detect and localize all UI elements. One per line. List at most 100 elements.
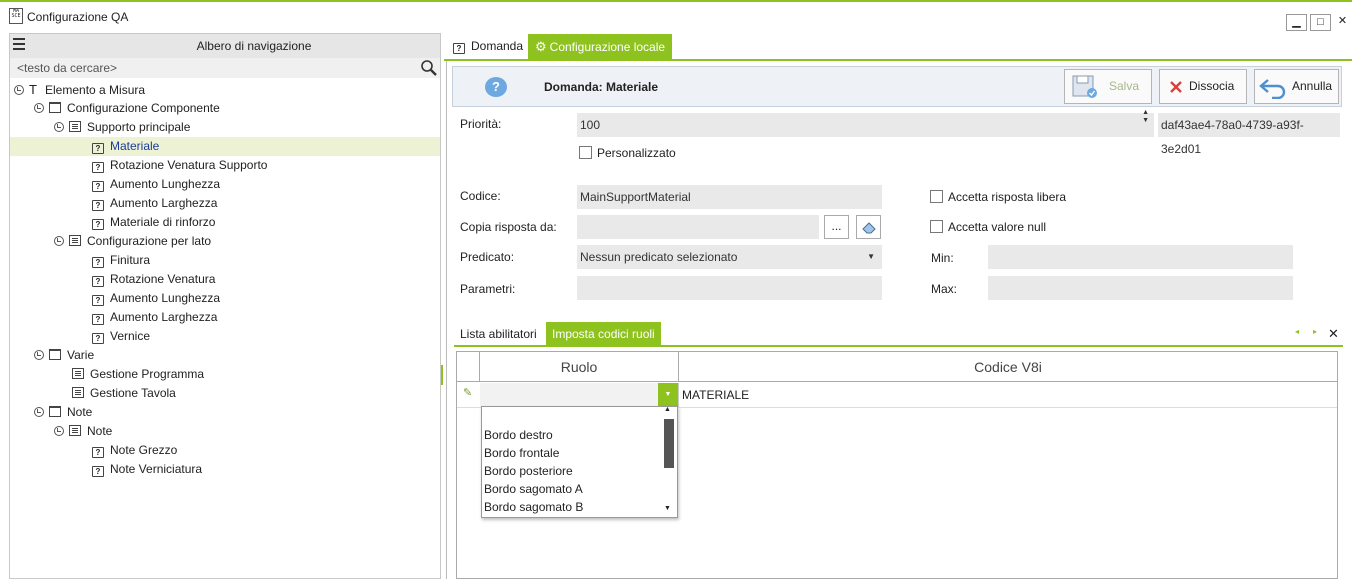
accetta-null-checkbox[interactable] — [930, 220, 943, 233]
tree-item-label: Vernice — [110, 329, 151, 343]
clear-button[interactable] — [856, 215, 881, 239]
tree-item[interactable]: Supporto principale — [10, 118, 440, 137]
tree-item[interactable]: Configurazione per lato — [10, 232, 440, 251]
tree-item-label: Varie — [67, 348, 95, 362]
codice-field[interactable]: MainSupportMaterial — [577, 185, 882, 209]
dropdown-option[interactable]: Bordo destro — [484, 427, 553, 443]
dropdown-toggle-button[interactable]: ▼ — [658, 383, 678, 407]
predicato-select[interactable]: Nessun predicato selezionato ▼ — [577, 245, 882, 269]
tab-imposta-codici-ruoli[interactable]: Imposta codici ruoli — [546, 322, 661, 346]
close-button[interactable]: ✕ — [1333, 14, 1352, 31]
predicato-label: Predicato: — [460, 250, 515, 264]
predicato-value: Nessun predicato selezionato — [580, 250, 738, 264]
collapse-toggle-icon[interactable] — [54, 236, 64, 246]
annulla-button[interactable]: Annulla — [1254, 69, 1339, 104]
list-icon — [69, 121, 81, 132]
collapse-toggle-icon[interactable] — [54, 122, 64, 132]
tab-scroll-left-icon[interactable]: ◂ — [1295, 327, 1299, 336]
tree-item[interactable]: T Elemento a Misura — [10, 80, 440, 99]
undo-arrow-icon — [1259, 79, 1286, 99]
tab-close-icon[interactable]: ✕ — [1328, 326, 1339, 342]
list-icon — [69, 425, 81, 436]
maximize-button[interactable]: □ — [1310, 14, 1331, 31]
tab-scroll-right-icon[interactable]: ▸ — [1313, 327, 1317, 336]
max-field[interactable] — [988, 276, 1293, 300]
tab-config-label: Configurazione locale — [549, 40, 666, 54]
tree-item[interactable]: ? Finitura — [10, 251, 440, 270]
parametri-field[interactable] — [577, 276, 882, 300]
tree-item[interactable]: Configurazione Componente — [10, 99, 440, 118]
tree-item-label: Materiale — [110, 139, 160, 153]
tree-item[interactable]: Gestione Tavola — [10, 384, 440, 403]
tree-item-label: Note — [67, 405, 93, 419]
tree-item-label: Note — [87, 424, 113, 438]
codice-cell[interactable]: MATERIALE — [682, 388, 749, 402]
tree-item[interactable]: ? Vernice — [10, 327, 440, 346]
collapse-toggle-icon[interactable] — [34, 407, 44, 417]
search-icon[interactable] — [420, 59, 438, 77]
folder-icon — [49, 406, 61, 417]
ruolo-dropdown-list: Bordo destro Bordo frontale Bordo posterio… — [481, 406, 678, 518]
dropdown-option[interactable]: Bordo frontale — [484, 445, 559, 461]
tree-item[interactable]: ? Note Grezzo — [10, 441, 440, 460]
minimize-button[interactable]: ▁ — [1286, 14, 1307, 31]
grid-header-codice[interactable]: Codice V8i — [679, 352, 1337, 382]
tree-item-label: Aumento Lunghezza — [110, 291, 221, 305]
tree-item-label: Aumento Larghezza — [110, 196, 218, 210]
tab-configurazione-locale[interactable]: ⚙ Configurazione locale — [528, 34, 673, 59]
collapse-toggle-icon[interactable] — [54, 426, 64, 436]
panel-splitter[interactable] — [441, 365, 443, 385]
grid-header-ruolo[interactable]: Ruolo — [480, 352, 679, 382]
table-row[interactable]: ✎ ▼ MATERIALE — [457, 383, 1337, 408]
collapse-toggle-icon[interactable] — [34, 350, 44, 360]
dropdown-option[interactable]: Bordo sagomato A — [484, 481, 583, 497]
search-input[interactable] — [10, 58, 418, 78]
tree-item-label: Rotazione Venatura Supporto — [110, 158, 268, 172]
question-icon: ? — [92, 162, 104, 173]
save-button[interactable]: Salva — [1064, 69, 1152, 104]
collapse-toggle-icon[interactable] — [34, 103, 44, 113]
tree-item[interactable]: Note — [10, 422, 440, 441]
min-label: Min: — [931, 251, 954, 265]
scroll-up-icon[interactable]: ▲ — [664, 406, 671, 413]
tree-item-label: Aumento Lunghezza — [110, 177, 221, 191]
tree-item[interactable]: Gestione Programma — [10, 365, 440, 384]
tree-item[interactable]: Varie — [10, 346, 440, 365]
text-type-icon: T — [29, 82, 37, 97]
tab-domanda[interactable]: ? Domanda — [446, 34, 530, 59]
dropdown-scrollbar[interactable]: ▲ ▼ — [663, 406, 675, 515]
tree-item[interactable]: ? Materiale di rinforzo — [10, 213, 440, 232]
tree-item[interactable]: ? Aumento Lunghezza — [10, 289, 440, 308]
spinner-arrows-icon[interactable]: ▲ ▼ — [1142, 109, 1149, 125]
tab-domanda-label: Domanda — [471, 39, 524, 53]
priorita-value: 100 — [580, 118, 601, 132]
tree-item[interactable]: ? Rotazione Venatura — [10, 270, 440, 289]
browse-button[interactable]: ... — [824, 215, 849, 239]
min-field[interactable] — [988, 245, 1293, 269]
tree-item[interactable]: ? Note Verniciatura — [10, 460, 440, 479]
tab-lista-abilitatori[interactable]: Lista abilitatori — [454, 322, 543, 346]
priorita-spinner[interactable]: 100 ▲ ▼ — [577, 109, 1154, 137]
tree-item[interactable]: Note — [10, 403, 440, 422]
scrollbar-thumb[interactable] — [664, 419, 674, 468]
main-tabs: ? Domanda ⚙ Configurazione locale — [444, 34, 1352, 60]
accetta-libera-checkbox[interactable] — [930, 190, 943, 203]
tree-item[interactable]: ? Aumento Lunghezza — [10, 175, 440, 194]
scroll-down-icon[interactable]: ▼ — [664, 505, 671, 512]
personalizzato-checkbox[interactable] — [579, 146, 592, 159]
tree-item[interactable]: ? Aumento Larghezza — [10, 308, 440, 327]
tree-item-label: Aumento Larghezza — [110, 310, 218, 324]
maximize-icon: □ — [1317, 16, 1324, 28]
copia-field[interactable] — [577, 215, 819, 239]
collapse-toggle-icon[interactable] — [14, 85, 24, 95]
dissocia-button[interactable]: Dissocia — [1159, 69, 1247, 104]
ruolo-combo-cell[interactable]: ▼ — [480, 383, 679, 407]
dropdown-option[interactable]: Bordo posteriore — [484, 463, 573, 479]
window-title: Configurazione QA — [27, 10, 129, 24]
dropdown-option[interactable]: Bordo sagomato B — [484, 499, 583, 515]
tree-item[interactable]: ? Rotazione Venatura Supporto — [10, 156, 440, 175]
folder-icon — [49, 349, 61, 360]
tree-item[interactable]: ? Materiale — [10, 137, 440, 156]
tree-item[interactable]: ? Aumento Larghezza — [10, 194, 440, 213]
tree-item-label: Finitura — [110, 253, 151, 267]
